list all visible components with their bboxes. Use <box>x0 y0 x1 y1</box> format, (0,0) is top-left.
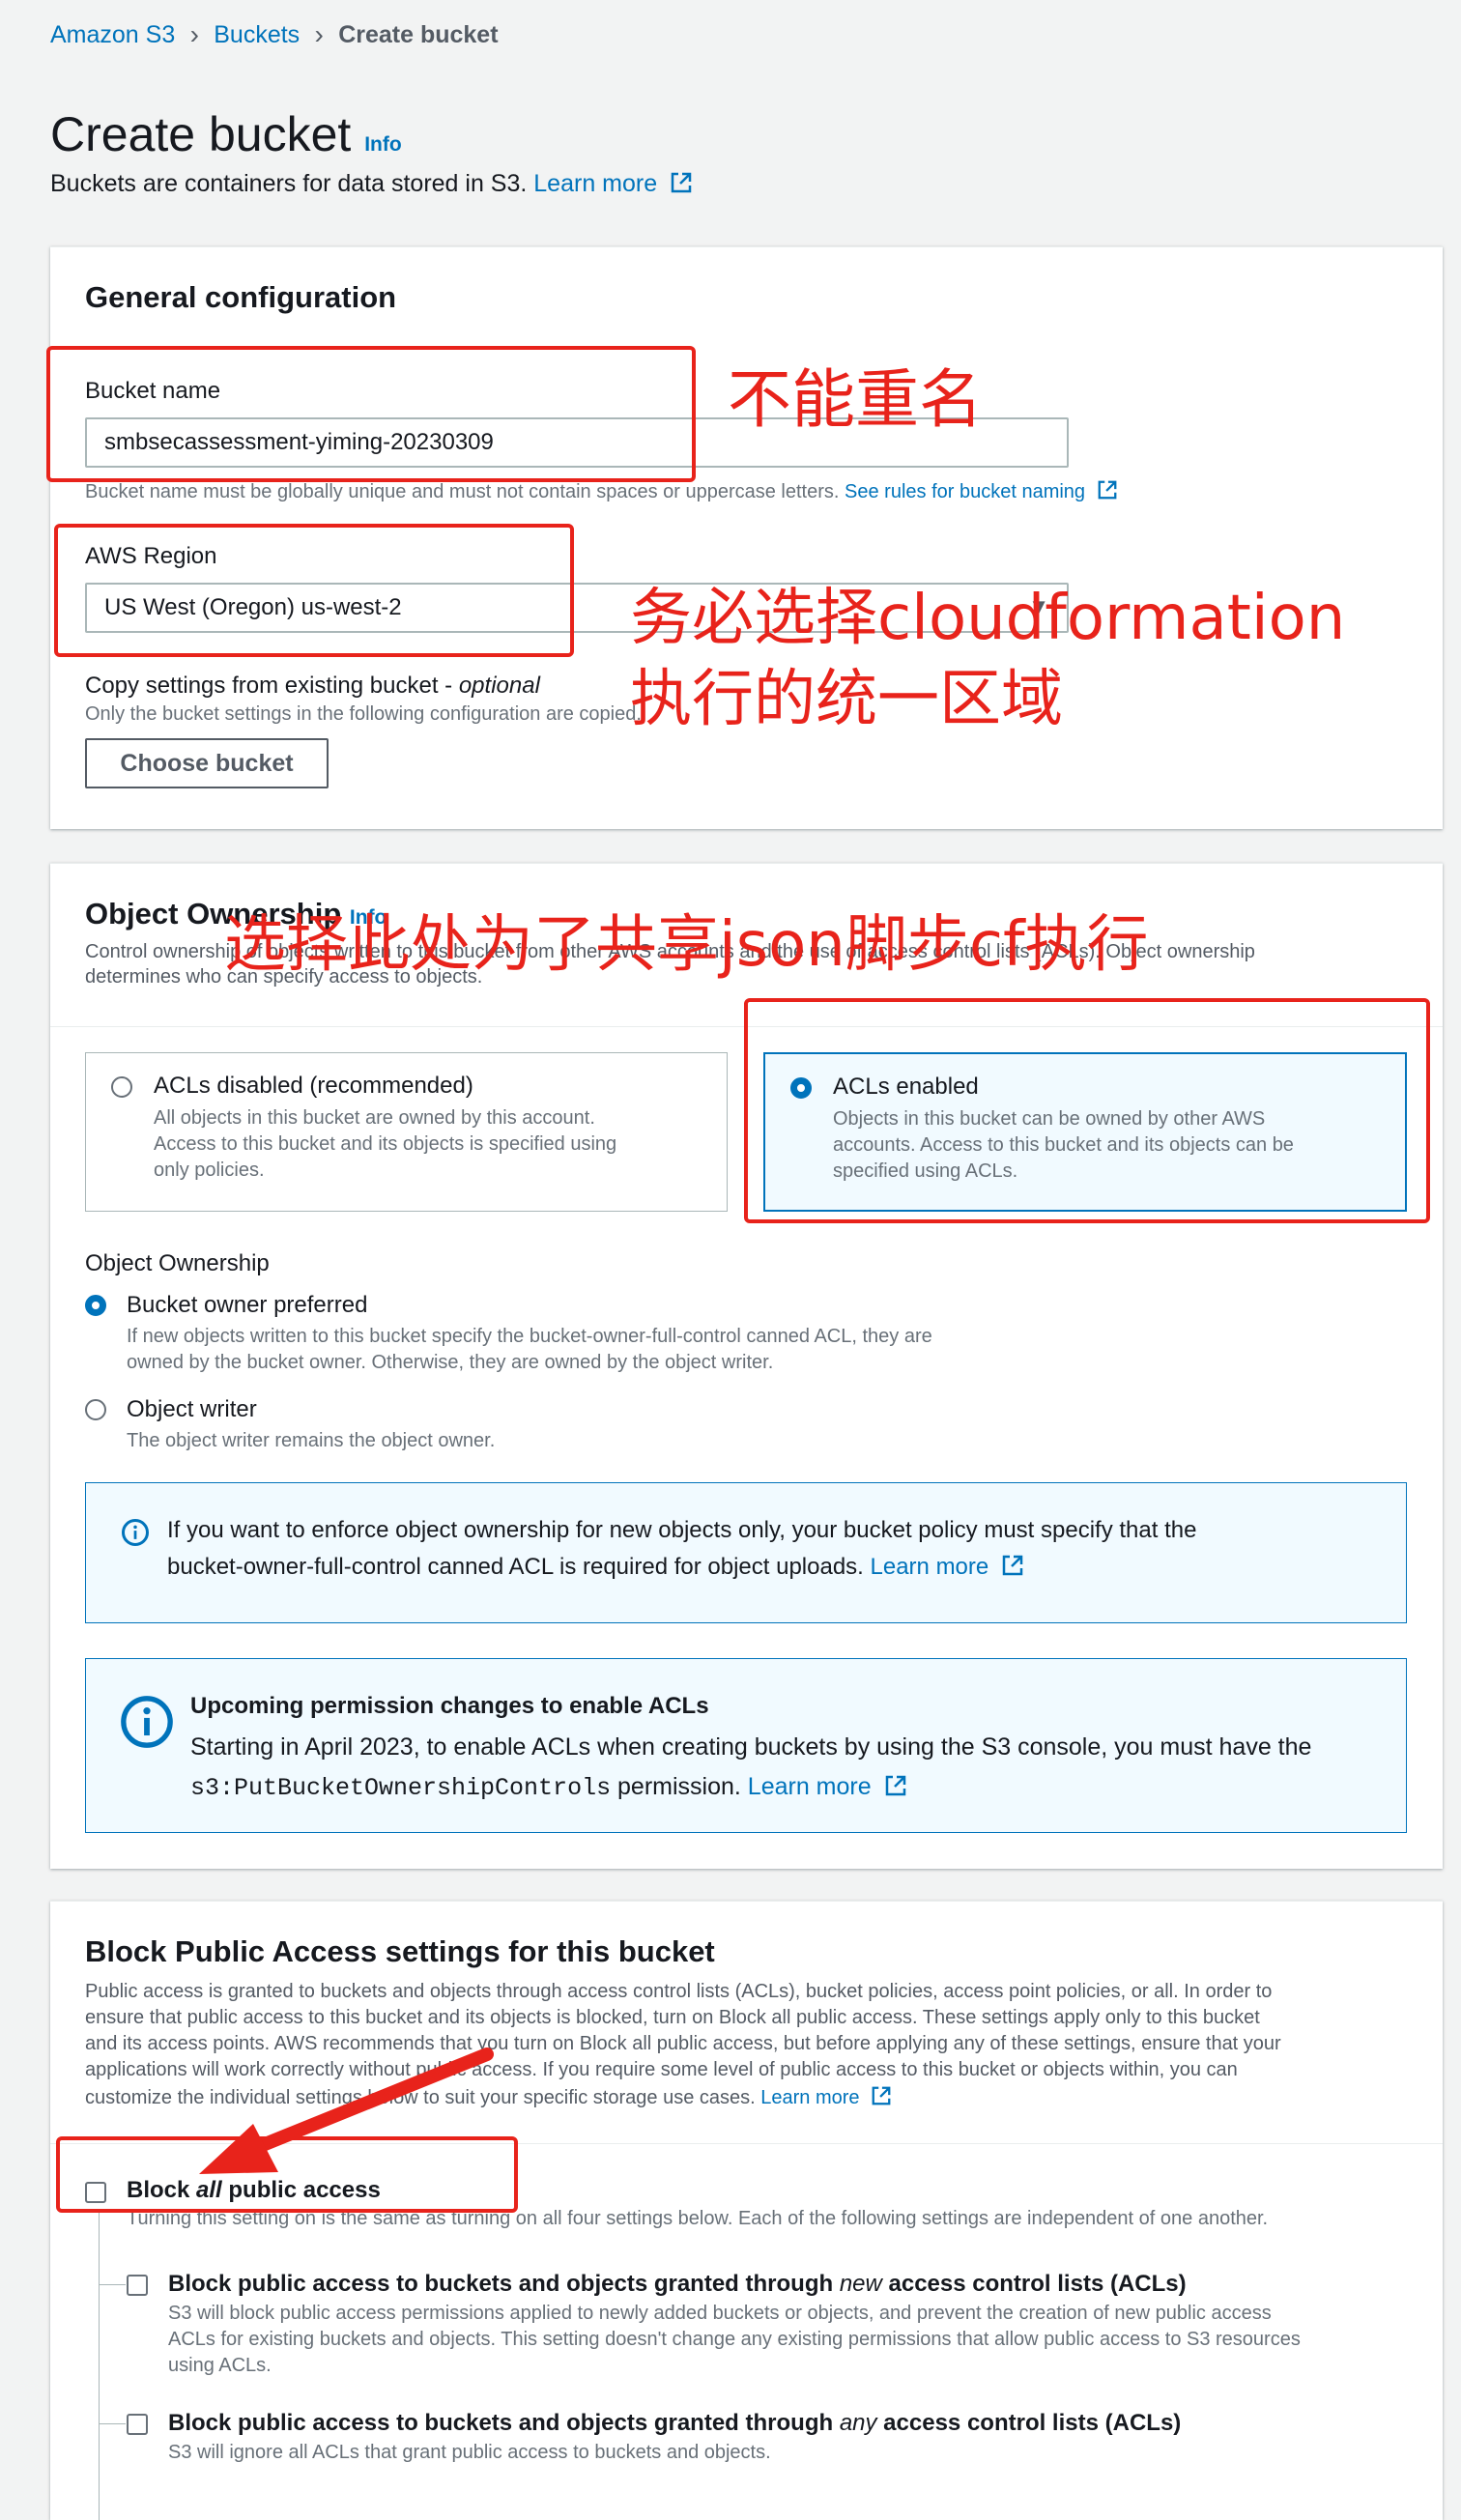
breadcrumb-amazon-s3[interactable]: Amazon S3 <box>50 21 175 49</box>
acls-disabled-radio[interactable] <box>111 1076 132 1098</box>
chevron-right-icon: › <box>189 19 199 49</box>
block-any-acls-post: access control lists (ACLs) <box>876 2410 1182 2436</box>
acls-disabled-tile[interactable]: ACLs disabled (recommended) All objects … <box>85 1052 728 1212</box>
external-link-icon <box>1098 480 1117 500</box>
object-writer-radio[interactable] <box>85 1399 106 1420</box>
bucket-owner-preferred-desc-2: owned by the bucket owner. Otherwise, th… <box>127 1352 774 1373</box>
block-any-acls-pre: Block public access to buckets and objec… <box>168 2410 840 2436</box>
acls-disabled-desc-2: Access to this bucket and its objects is… <box>154 1133 617 1155</box>
external-link-icon <box>671 172 692 193</box>
annotation-region-line-2: 执行的统一区域 <box>630 664 1063 735</box>
breadcrumb-current: Create bucket <box>338 20 499 48</box>
learn-more-link[interactable]: Learn more <box>533 170 657 197</box>
copy-settings-optional: optional <box>458 673 540 699</box>
tree-line <box>99 2209 100 2520</box>
panel-title: Block Public Access settings for this bu… <box>85 1934 715 1968</box>
object-writer-desc: The object writer remains the object own… <box>127 1430 496 1451</box>
bucket-owner-preferred-title[interactable]: Bucket owner preferred <box>127 1292 367 1319</box>
annotation-unique-name: 不能重名 <box>728 362 983 437</box>
annotation-box-bucket-name <box>46 346 696 482</box>
block-new-acls-desc-1: S3 will block public access permissions … <box>168 2303 1272 2324</box>
bucket-naming-rules-link[interactable]: See rules for bucket naming <box>845 481 1085 502</box>
page-title: Create bucket Info <box>50 106 402 162</box>
acls-disabled-title: ACLs disabled (recommended) <box>154 1073 473 1099</box>
block-any-acls-checkbox[interactable] <box>127 2414 148 2435</box>
learn-more-link[interactable]: Learn more <box>871 1554 989 1580</box>
annotation-arrow-icon <box>199 2048 494 2174</box>
copy-settings-hint: Only the bucket settings in the followin… <box>85 703 642 725</box>
ownership-alert-line-1: If you want to enforce object ownership … <box>167 1517 1197 1543</box>
bucket-owner-preferred-desc-1: If new objects written to this bucket sp… <box>127 1326 932 1347</box>
external-link-icon <box>1002 1555 1023 1576</box>
acl-permission-alert-line-2: s3:PutBucketOwnershipControls permission… <box>190 1768 907 1807</box>
permission-code: s3:PutBucketOwnershipControls <box>190 1774 612 1802</box>
block-new-acls-post: access control lists (ACLs) <box>881 2271 1187 2297</box>
tree-branch <box>99 2423 126 2424</box>
annotation-acl-note: 选择此处为了共享json脚步cf执行 <box>224 909 1149 981</box>
permission-suffix: permission. <box>611 1773 741 1800</box>
copy-settings-label: Copy settings from existing bucket - opt… <box>85 673 540 700</box>
subtitle-text: Buckets are containers for data stored i… <box>50 170 528 197</box>
learn-more-link[interactable]: Learn more <box>748 1773 872 1800</box>
external-link-icon <box>872 2086 891 2105</box>
ownership-alert-line-2: bucket-owner-full-control canned ACL is … <box>167 1549 1024 1586</box>
block-new-acls-pre: Block public access to buckets and objec… <box>168 2271 840 2297</box>
copy-settings-text: Copy settings from existing bucket - <box>85 673 459 699</box>
breadcrumb: Amazon S3 › Buckets › Create bucket <box>50 19 499 50</box>
chevron-right-icon: › <box>314 19 324 49</box>
external-link-icon <box>885 1775 905 1796</box>
page-title-text: Create bucket <box>50 107 352 161</box>
breadcrumb-buckets[interactable]: Buckets <box>214 21 300 49</box>
block-any-acls-desc: S3 will ignore all ACLs that grant publi… <box>168 2442 771 2463</box>
annotation-box-acls-enabled <box>744 998 1430 1223</box>
tree-branch <box>99 2284 126 2285</box>
page-subtitle: Buckets are containers for data stored i… <box>50 170 693 198</box>
block-any-acls-label[interactable]: Block public access to buckets and objec… <box>168 2410 1181 2437</box>
info-circle-icon <box>121 1696 173 1748</box>
block-any-acls-em: any <box>839 2410 877 2436</box>
block-desc-1: Public access is granted to buckets and … <box>85 1981 1273 2002</box>
panel-title: General configuration <box>85 280 397 314</box>
annotation-box-region <box>54 524 574 657</box>
block-new-acls-checkbox[interactable] <box>127 2275 148 2296</box>
block-new-acls-desc-3: using ACLs. <box>168 2355 272 2376</box>
acl-permission-alert-title: Upcoming permission changes to enable AC… <box>190 1693 709 1719</box>
ownership-alert-line-2-text: bucket-owner-full-control canned ACL is … <box>167 1554 864 1580</box>
acls-disabled-desc-3: only policies. <box>154 1160 265 1181</box>
choose-bucket-button[interactable]: Choose bucket <box>85 738 329 788</box>
acl-permission-alert: Upcoming permission changes to enable AC… <box>85 1658 1407 1833</box>
bucket-owner-preferred-radio[interactable] <box>85 1295 106 1316</box>
acls-disabled-desc-1: All objects in this bucket are owned by … <box>154 1107 595 1129</box>
block-new-acls-em: new <box>839 2271 882 2297</box>
info-link[interactable]: Info <box>364 133 401 156</box>
bucket-name-hint-text: Bucket name must be globally unique and … <box>85 481 840 502</box>
info-circle-icon <box>122 1519 149 1546</box>
block-new-acls-desc-2: ACLs for existing buckets and objects. T… <box>168 2329 1301 2350</box>
object-writer-title[interactable]: Object writer <box>127 1396 257 1423</box>
ownership-info-alert: If you want to enforce object ownership … <box>85 1482 1407 1623</box>
acl-permission-alert-line-1: Starting in April 2023, to enable ACLs w… <box>190 1733 1312 1761</box>
learn-more-link[interactable]: Learn more <box>760 2087 859 2108</box>
block-desc-2: ensure that public access to this bucket… <box>85 2007 1260 2028</box>
bucket-name-hint: Bucket name must be globally unique and … <box>85 479 1118 503</box>
annotation-region-line-1: 务必选择cloudformation <box>630 583 1346 654</box>
block-new-acls-label[interactable]: Block public access to buckets and objec… <box>168 2271 1187 2298</box>
object-ownership-sub-label: Object Ownership <box>85 1250 270 1276</box>
